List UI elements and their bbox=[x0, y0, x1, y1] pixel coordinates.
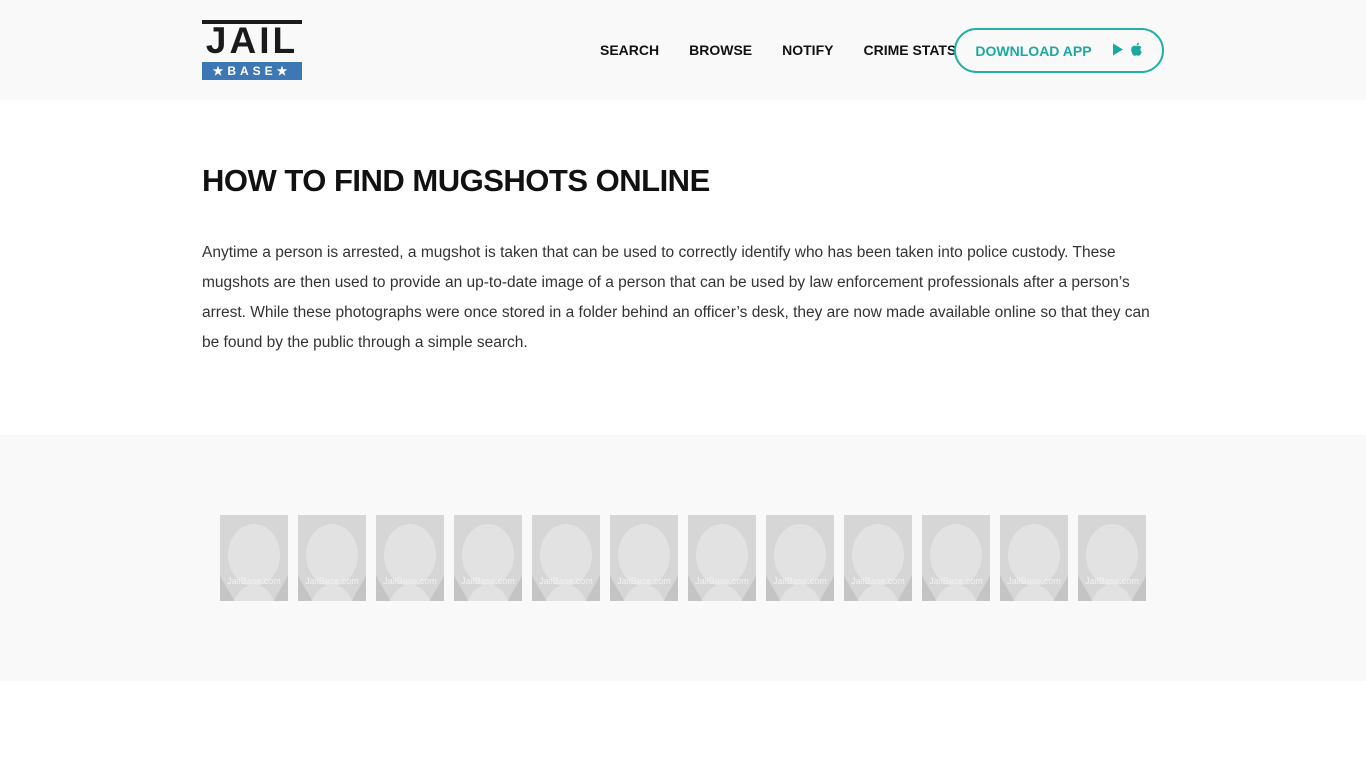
silhouette-icon bbox=[1078, 515, 1146, 601]
silhouette-icon bbox=[922, 515, 990, 601]
mugshot-placeholder[interactable]: JailBase.com bbox=[220, 515, 288, 601]
watermark: JailBase.com bbox=[695, 576, 749, 586]
mugshot-placeholder[interactable]: JailBase.com bbox=[298, 515, 366, 601]
mugshot-placeholder[interactable]: JailBase.com bbox=[844, 515, 912, 601]
watermark: JailBase.com bbox=[851, 576, 905, 586]
silhouette-icon bbox=[844, 515, 912, 601]
silhouette-icon bbox=[376, 515, 444, 601]
logo-wordmark: JAIL bbox=[202, 20, 302, 60]
mugshot-placeholder[interactable]: JailBase.com bbox=[376, 515, 444, 601]
mugshot-gallery: JailBase.com JailBase.com JailBase.com Jail… bbox=[220, 515, 1156, 601]
silhouette-icon bbox=[688, 515, 756, 601]
mugshot-placeholder[interactable]: JailBase.com bbox=[454, 515, 522, 601]
mugshot-placeholder[interactable]: JailBase.com bbox=[1078, 515, 1146, 601]
watermark: JailBase.com bbox=[773, 576, 827, 586]
silhouette-icon bbox=[1000, 515, 1068, 601]
watermark: JailBase.com bbox=[539, 576, 593, 586]
watermark: JailBase.com bbox=[227, 576, 281, 586]
mugshot-gallery-section: JailBase.com JailBase.com JailBase.com Jail… bbox=[0, 435, 1366, 681]
mugshot-placeholder[interactable]: JailBase.com bbox=[922, 515, 990, 601]
watermark: JailBase.com bbox=[461, 576, 515, 586]
nav-browse[interactable]: BROWSE bbox=[689, 42, 752, 58]
logo-subtitle: ★BASE★ bbox=[202, 62, 302, 80]
watermark: JailBase.com bbox=[617, 576, 671, 586]
mugshot-placeholder[interactable]: JailBase.com bbox=[1000, 515, 1068, 601]
mugshot-placeholder[interactable]: JailBase.com bbox=[688, 515, 756, 601]
main-nav: SEARCH BROWSE NOTIFY CRIME STATS bbox=[600, 0, 986, 100]
nav-crime-stats[interactable]: CRIME STATS bbox=[863, 42, 956, 58]
apple-icon bbox=[1130, 42, 1143, 60]
silhouette-icon bbox=[766, 515, 834, 601]
watermark: JailBase.com bbox=[1007, 576, 1061, 586]
mugshot-placeholder[interactable]: JailBase.com bbox=[610, 515, 678, 601]
nav-search[interactable]: SEARCH bbox=[600, 42, 659, 58]
site-header: JAIL ★BASE★ SEARCH BROWSE NOTIFY CRIME S… bbox=[0, 0, 1366, 100]
download-app-button[interactable]: DOWNLOAD APP bbox=[954, 28, 1164, 73]
mugshot-placeholder[interactable]: JailBase.com bbox=[766, 515, 834, 601]
silhouette-icon bbox=[532, 515, 600, 601]
mugshot-placeholder[interactable]: JailBase.com bbox=[532, 515, 600, 601]
download-app-label: DOWNLOAD APP bbox=[975, 42, 1092, 59]
page-title: HOW TO FIND MUGSHOTS ONLINE bbox=[202, 163, 710, 198]
watermark: JailBase.com bbox=[383, 576, 437, 586]
intro-paragraph: Anytime a person is arrested, a mugshot … bbox=[202, 244, 1150, 351]
jailbase-logo[interactable]: JAIL ★BASE★ bbox=[202, 20, 302, 80]
silhouette-icon bbox=[298, 515, 366, 601]
silhouette-icon bbox=[454, 515, 522, 601]
nav-notify[interactable]: NOTIFY bbox=[782, 42, 833, 58]
watermark: JailBase.com bbox=[929, 576, 983, 586]
watermark: JailBase.com bbox=[1085, 576, 1139, 586]
silhouette-icon bbox=[610, 515, 678, 601]
watermark: JailBase.com bbox=[305, 576, 359, 586]
silhouette-icon bbox=[220, 515, 288, 601]
play-store-icon bbox=[1112, 43, 1124, 59]
